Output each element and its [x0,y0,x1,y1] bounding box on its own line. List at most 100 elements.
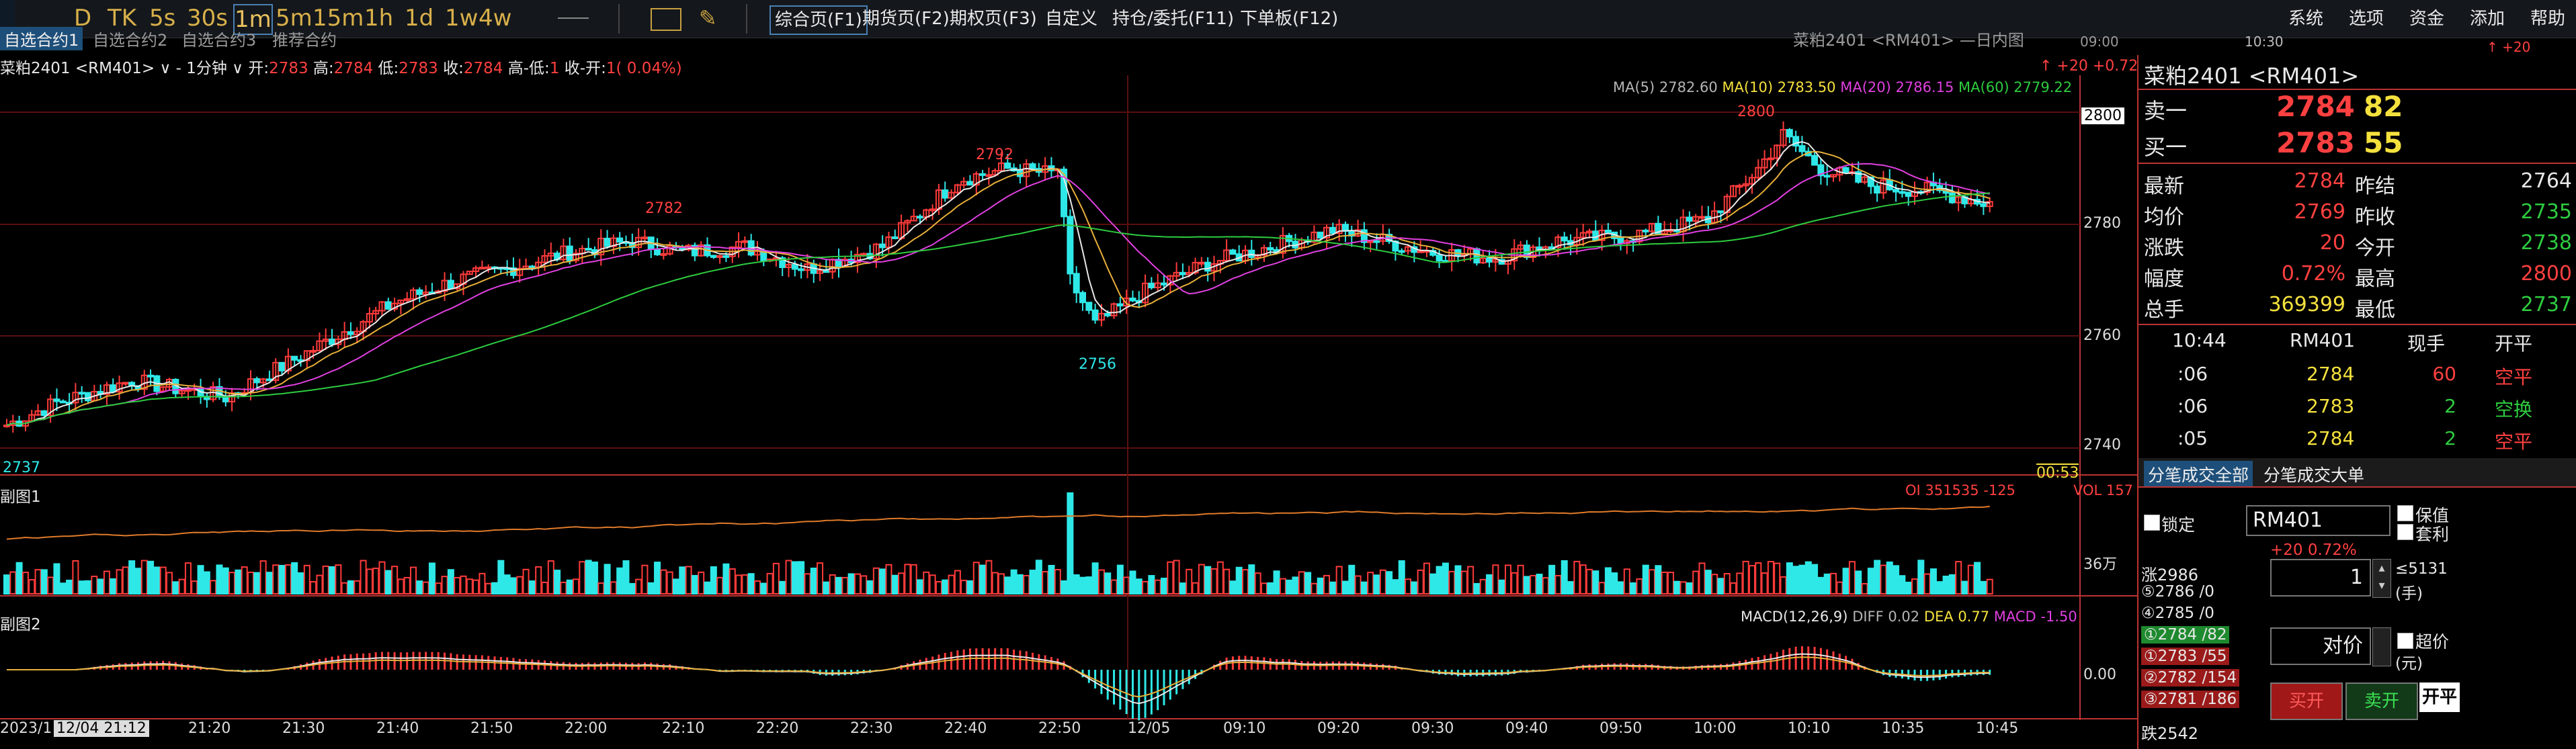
quantity-input[interactable]: 1 [2270,559,2371,597]
volume-bar [1980,580,1987,595]
price-input[interactable]: 对价 [2270,627,2371,665]
volume-bar [704,581,711,594]
candle-body [1029,163,1036,170]
tick-time: :05 [2177,427,2208,449]
symbol-input[interactable]: RM401 [2246,505,2391,536]
arb-checkbox[interactable] [2397,524,2413,540]
price-stepper[interactable] [2372,627,2391,666]
candle-body [1717,210,1725,214]
candle-body [222,396,229,402]
limit-down-price[interactable]: 跌2542 [2141,720,2198,744]
volume-bar [729,568,736,595]
ticks-header-type: 开平 [2495,333,2533,355]
ticks-header-qty: 现手 [2407,333,2446,355]
volume-bar [422,581,429,595]
volume-bar [528,580,536,595]
tick-qty: 60 [2432,363,2456,385]
volume-bar [1961,580,1968,594]
line-draw-tool-icon[interactable] [558,17,589,19]
quote-v2-cell: 2800 [2520,262,2572,285]
candle-body [1417,250,1424,253]
volume-bar [347,580,354,595]
candle-body [891,236,899,239]
volume-bar [954,570,961,594]
volume-bar [1592,570,1599,595]
candle-body [1948,192,1956,204]
price-level[interactable]: ①2783 /55 [2141,648,2230,665]
diff-line [7,653,1990,705]
quote-panel: 菜粕2401 <RM401> 卖一 2784 82 买一 2783 55 最新 2… [2137,55,2576,749]
x-tick-label: 22:20 [756,720,799,737]
volume-bar [1786,562,1793,595]
moving-average-lines [6,141,1990,426]
hedge-checkbox[interactable] [2397,505,2413,521]
volume-bar [1216,561,1224,594]
menu-add[interactable]: 添加 [2470,5,2505,32]
candle-body [485,266,492,269]
tab-watchlist-3[interactable]: 自选合约3 [181,27,256,50]
change-badge: ↑ +20 +0.72% [2040,58,2153,75]
quote-l1-cell: 涨跌 [2144,236,2184,260]
annotation-low-2737: 2737 [3,459,40,476]
tab-watchlist-2[interactable]: 自选合约2 [93,27,167,50]
volume-bar [354,580,361,594]
quantity-unit: (手) [2395,585,2423,603]
tick-qty: 2 [2444,395,2456,417]
volume-bar [916,579,923,595]
candle-body [184,389,192,392]
eraser-icon[interactable]: ✎ [699,5,726,31]
volume-bar [885,564,892,595]
annotation-high-2782: 2782 [645,200,683,217]
price-level[interactable]: ④2785 /0 [2141,605,2214,622]
tab-recommended[interactable]: 推荐合约 [272,27,337,50]
price-level[interactable]: ②2782 /154 [2141,669,2240,687]
menu-system[interactable]: 系统 [2288,5,2323,32]
volume-bar [1016,574,1024,595]
volume-bar [1817,576,1825,595]
candle-body [1617,237,1624,245]
menu-help[interactable]: 帮助 [2530,5,2565,32]
candle-body [291,355,298,361]
price-chart[interactable] [0,75,2137,749]
volume-bar [1267,582,1274,594]
buy1-price[interactable]: 2783 [2276,126,2355,159]
ma5-line [6,141,1990,426]
volume-bar [1335,566,1343,594]
volume-bar [604,564,611,595]
menu-funds[interactable]: 资金 [2409,5,2444,32]
price-level[interactable]: ⑤2786 /0 [2141,583,2214,601]
candle-body [1473,248,1481,264]
buy1-label: 买一 [2144,134,2188,160]
volume-bar [485,582,492,594]
volume-bar [535,566,542,594]
x-tick-label: 09:30 [1411,720,1454,737]
over-price-checkbox[interactable] [2397,633,2413,649]
volume-bar [1467,566,1474,595]
price-level[interactable]: ①2784 /82 [2141,626,2230,644]
menu-options[interactable]: 选项 [2349,5,2384,32]
buy-open-button[interactable]: 买开 [2270,682,2343,720]
quantity-stepper[interactable]: ▴ ▾ [2372,559,2391,598]
x-tick-label: 22:30 [850,720,893,737]
volume-bar [1298,571,1305,595]
candle-body [916,216,923,219]
x-tick-label: 10:00 [1694,720,1737,737]
volume-bar [1780,576,1787,594]
price-level[interactable]: ③2781 /186 [2141,691,2240,708]
volume-bar [140,560,148,594]
tab-watchlist-1[interactable]: 自选合约1 [0,27,83,50]
lock-checkbox[interactable] [2144,515,2160,531]
candle-body [40,410,48,416]
open-close-toggle[interactable]: 开平 [2419,682,2460,712]
candle-body [1085,302,1093,311]
volume-bar [854,573,861,595]
sell1-price[interactable]: 2784 [2276,90,2355,123]
tab-ticks-all[interactable]: 分笔成交全部 [2144,461,2253,488]
limit-up-price[interactable]: 涨2986 [2141,562,2198,585]
volume-bar [1905,581,1912,595]
tick-price: 2784 [2307,363,2355,385]
sell-open-button[interactable]: 卖开 [2345,682,2418,720]
volume-bar [479,572,486,595]
tab-ticks-large[interactable]: 分笔成交大单 [2259,461,2368,488]
volume-bar [1948,574,1956,594]
